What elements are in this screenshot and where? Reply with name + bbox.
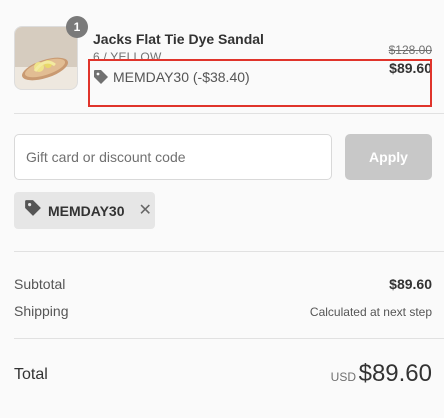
total-value: $89.60 xyxy=(358,360,432,387)
tag-icon xyxy=(24,199,42,222)
shipping-label: Shipping xyxy=(14,303,69,319)
discount-highlight-box xyxy=(88,59,432,107)
remove-discount-icon[interactable]: ✕ xyxy=(139,202,152,219)
original-price: $128.00 xyxy=(388,43,432,57)
divider xyxy=(14,113,444,114)
product-name: Jacks Flat Tie Dye Sandal xyxy=(93,31,264,47)
divider xyxy=(14,251,444,252)
currency-code: USD xyxy=(330,370,356,384)
applied-code-label: MEMDAY30 xyxy=(48,202,125,219)
applied-discount-tag: MEMDAY30 ✕ xyxy=(14,192,155,229)
divider xyxy=(14,338,444,339)
subtotal-value: $89.60 xyxy=(389,276,432,292)
product-thumbnail xyxy=(14,26,78,90)
discount-code-input[interactable] xyxy=(14,134,332,180)
shipping-value: Calculated at next step xyxy=(309,305,432,319)
total-label: Total xyxy=(14,366,48,383)
subtotal-label: Subtotal xyxy=(14,276,66,292)
quantity-badge: 1 xyxy=(66,16,88,38)
apply-button[interactable]: Apply xyxy=(345,134,432,180)
